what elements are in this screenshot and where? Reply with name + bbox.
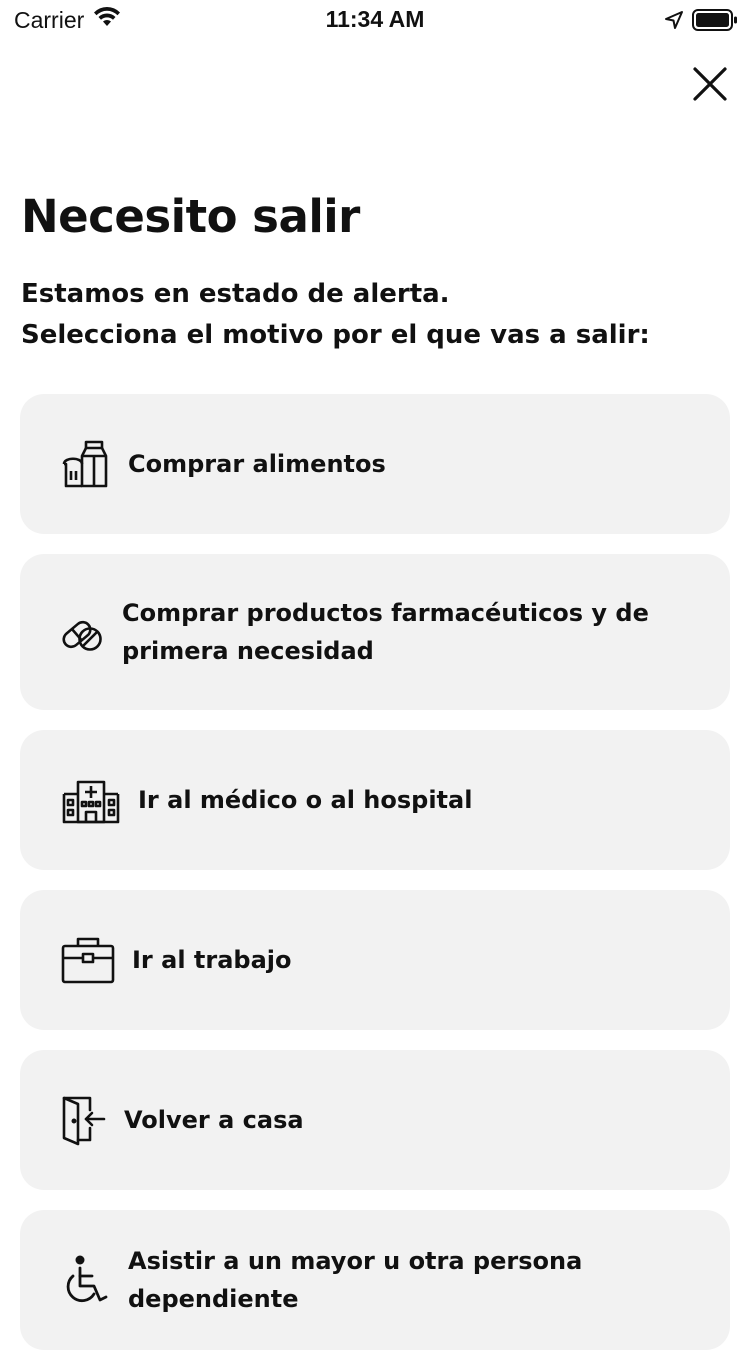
option-label: Comprar productos farmacéuticos y de pri… [122,599,649,665]
wheelchair-icon [60,1254,112,1306]
option-label: Volver a casa [124,1106,304,1134]
groceries-icon [60,438,112,490]
page-title: Necesito salir [21,190,360,243]
option-label: Comprar alimentos [128,450,386,478]
reason-options-list: Comprar alimentos Comprar productos farm… [20,394,730,1370]
option-volver-casa[interactable]: Volver a casa [20,1050,730,1190]
option-label: Ir al médico o al hospital [138,786,473,814]
location-arrow-icon [664,10,684,35]
option-ir-medico-hospital[interactable]: Ir al médico o al hospital [20,730,730,870]
option-comprar-alimentos[interactable]: Comprar alimentos [20,394,730,534]
option-label: Asistir a un mayor u otra persona depend… [128,1247,583,1313]
hospital-icon [60,774,122,826]
battery-icon [692,8,738,37]
page-subtitle: Estamos en estado de alerta. Selecciona … [21,274,731,356]
briefcase-icon [60,934,116,986]
option-asistir-mayor[interactable]: Asistir a un mayor u otra persona depend… [20,1210,730,1350]
option-comprar-farmaceuticos[interactable]: Comprar productos farmacéuticos y de pri… [20,554,730,710]
option-label: Ir al trabajo [132,946,292,974]
status-time: 11:34 AM [325,6,425,32]
close-icon [693,67,727,101]
pills-icon [60,609,106,655]
door-enter-icon [60,1094,108,1146]
subtitle-line-1: Estamos en estado de alerta. [21,279,450,309]
close-button[interactable] [690,64,730,104]
subtitle-line-2: Selecciona el motivo por el que vas a sa… [21,320,650,350]
status-right [664,8,738,37]
option-ir-trabajo[interactable]: Ir al trabajo [20,890,730,1030]
status-bar: Carrier 11:34 AM [0,0,750,40]
